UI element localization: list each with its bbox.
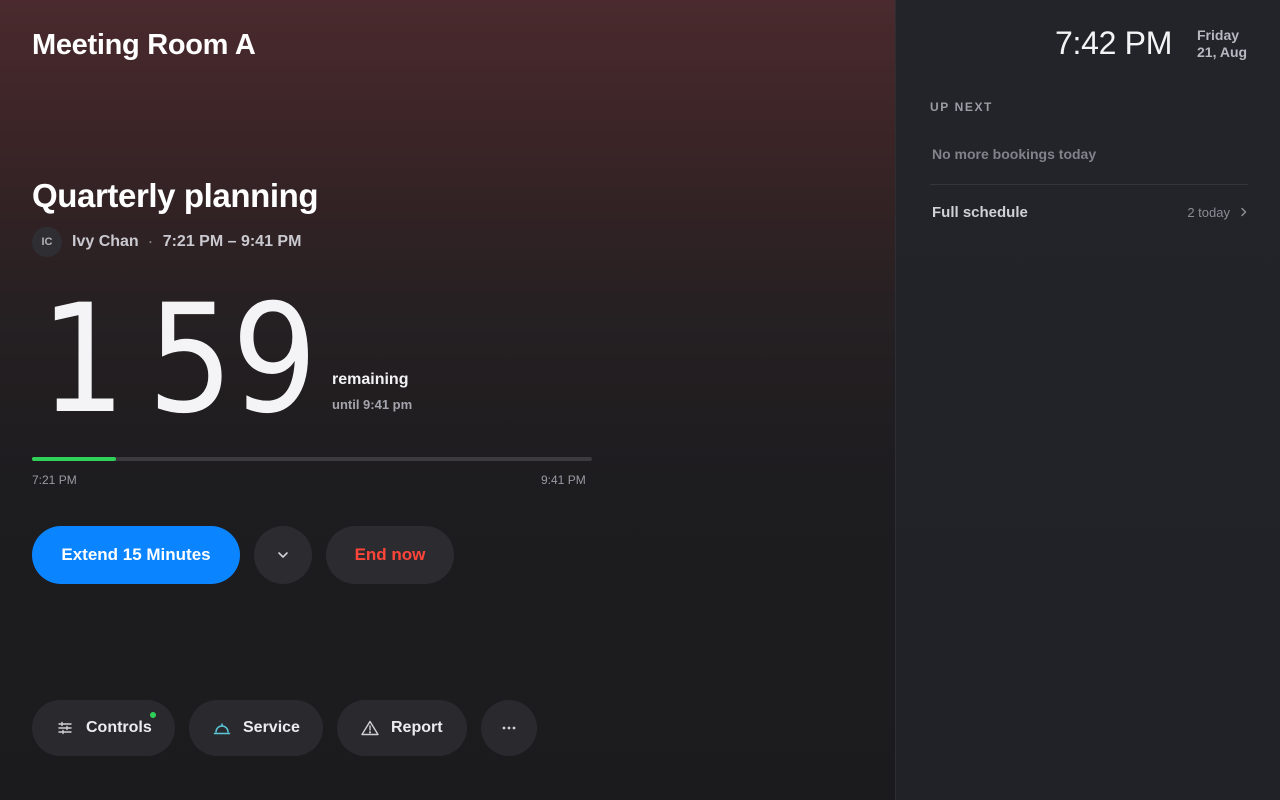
sidebar-divider (930, 184, 1248, 185)
meta-separator: · (148, 235, 153, 249)
countdown: 1 59 (40, 285, 346, 435)
extend-button[interactable]: Extend 15 Minutes (32, 526, 240, 584)
ellipsis-icon (502, 726, 516, 730)
controls-label: Controls (86, 719, 152, 736)
countdown-hours: 1 (40, 273, 126, 447)
service-button[interactable]: Service (189, 700, 323, 756)
room-name: Meeting Room A (32, 29, 256, 61)
main-panel: Meeting Room A Quarterly planning IC Ivy… (0, 0, 895, 800)
meeting-title: Quarterly planning (32, 177, 319, 214)
report-label: Report (391, 719, 443, 736)
remaining-info: remaining until 9:41 pm (332, 371, 412, 412)
sliders-icon (56, 719, 74, 737)
controls-button[interactable]: Controls (32, 700, 175, 756)
avatar: IC (32, 227, 62, 257)
full-schedule-link[interactable]: Full schedule 2 today (930, 196, 1248, 228)
meeting-progress-bar (32, 457, 592, 461)
organizer-name: Ivy Chan (72, 233, 139, 250)
countdown-value: 1 59 (40, 273, 317, 447)
extend-options-button[interactable] (254, 526, 312, 584)
countdown-minutes: 59 (147, 273, 317, 447)
controls-status-dot (148, 710, 158, 720)
current-day: Friday (1197, 27, 1240, 43)
progress-start-label: 7:21 PM (32, 473, 77, 487)
remaining-until: until 9:41 pm (332, 397, 413, 412)
meeting-progress-fill (32, 457, 116, 461)
up-next-heading: UP NEXT (930, 100, 993, 114)
service-label: Service (243, 719, 300, 736)
meeting-meta: IC Ivy Chan · 7:21 PM – 9:41 PM (32, 227, 301, 257)
sidebar (895, 0, 1280, 800)
current-day-month: 21, Aug (1197, 44, 1248, 60)
remaining-label: remaining (332, 371, 409, 388)
meeting-time-range: 7:21 PM – 9:41 PM (162, 233, 302, 250)
more-options-button[interactable] (481, 700, 537, 756)
end-now-button[interactable]: End now (326, 526, 454, 584)
chevron-right-icon (1240, 207, 1248, 217)
current-time: 7:42 PM (1055, 25, 1173, 61)
warning-triangle-icon (361, 719, 379, 737)
full-schedule-label: Full schedule (932, 203, 1028, 221)
progress-end-label: 9:41 PM (541, 473, 586, 487)
report-button[interactable]: Report (337, 700, 467, 756)
service-bell-icon (213, 719, 231, 737)
full-schedule-count: 2 today (1187, 204, 1230, 220)
chevron-down-icon (278, 552, 288, 558)
current-date: Friday 21, Aug (1197, 27, 1247, 61)
empty-bookings-message: No more bookings today (932, 146, 1097, 162)
